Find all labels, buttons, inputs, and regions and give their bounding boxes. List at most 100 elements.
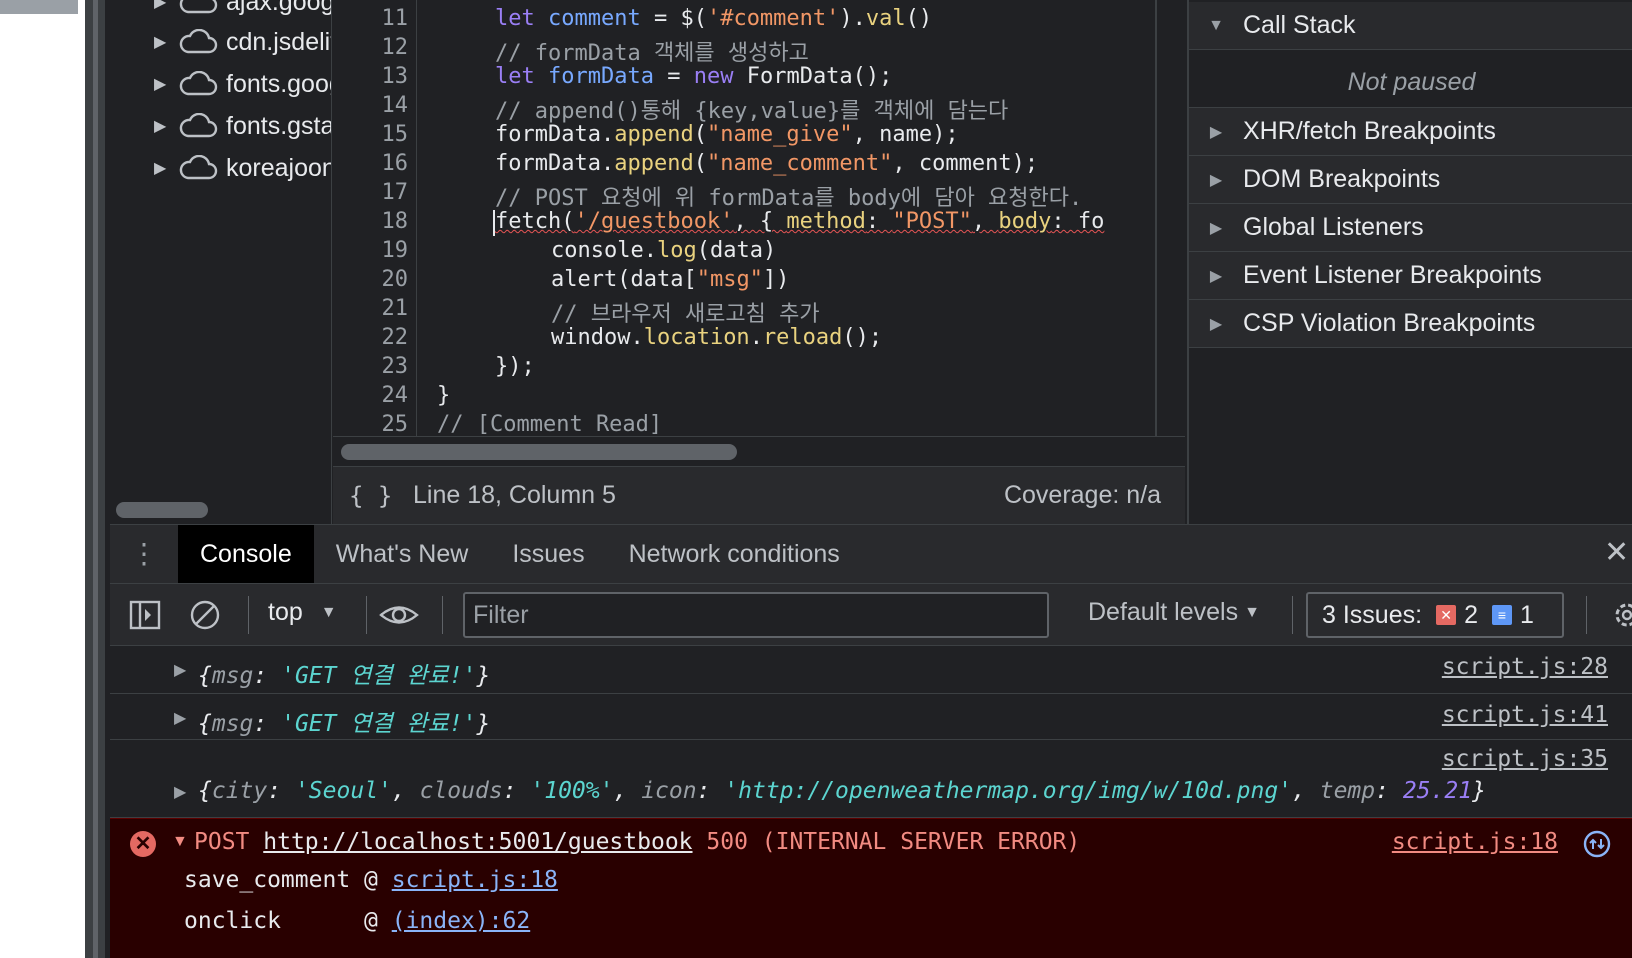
devtools-resize-border[interactable]	[85, 0, 105, 958]
code-editor[interactable]: 11 12 13 14 15 16 17 18 19 20 21 22 23 2…	[333, 0, 1185, 466]
code-line[interactable]: let formData = new FormData();	[495, 64, 892, 89]
expand-arrow-icon[interactable]: ▶	[1207, 266, 1225, 286]
line-number[interactable]: 23	[348, 354, 409, 379]
error-badge-icon: ✕	[1436, 605, 1457, 625]
nav-item-domain[interactable]: ▶ ajax.googleapis.com	[110, 0, 331, 22]
navigator-scrollbar[interactable]	[116, 502, 208, 518]
line-number[interactable]: 12	[348, 35, 409, 60]
console-message[interactable]: ▶ {msg: 'GET 연결 완료!'} script.js:41	[110, 694, 1632, 740]
context-selector[interactable]: top ▼	[268, 598, 337, 627]
line-number[interactable]: 19	[348, 238, 409, 263]
code-line-current[interactable]: fetch('/guestbook', { method: "POST", bo…	[495, 209, 1104, 234]
nav-item-domain[interactable]: ▶ cdn.jsdelivr.net	[110, 22, 331, 62]
code-line[interactable]: console.log(data)	[551, 238, 776, 263]
expand-arrow-icon[interactable]: ▶	[154, 32, 170, 52]
nav-item-domain[interactable]: ▶ fonts.googleapis.com	[110, 64, 331, 104]
section-call-stack[interactable]: ▼ Call Stack	[1189, 2, 1632, 50]
clear-console-icon[interactable]	[188, 598, 222, 632]
tab-whats-new[interactable]: What's New	[314, 525, 491, 583]
console-error-message[interactable]: ✕ ▼ POST http://localhost:5001/guestbook…	[110, 818, 1632, 958]
code-line[interactable]: // POST 요청에 위 formData를 body에 담아 요청한다.	[495, 180, 1082, 212]
nav-item-label: cdn.jsdelivr.net	[226, 27, 331, 56]
console-message[interactable]: ▶ {msg: 'GET 연결 완료!'} script.js:28	[110, 646, 1632, 694]
logged-object[interactable]: {msg: 'GET 연결 완료!'}	[198, 656, 490, 690]
console-message[interactable]: script.js:35 ▶ {city: 'Seoul', clouds: '…	[110, 740, 1632, 818]
code-line[interactable]: // append()통해 {key,value}를 객체에 담는다	[495, 93, 1008, 125]
error-url-link[interactable]: http://localhost:5001/guestbook	[263, 829, 692, 855]
gear-icon[interactable]	[1610, 598, 1632, 632]
line-number[interactable]: 22	[348, 325, 409, 350]
tab-issues[interactable]: Issues	[490, 525, 606, 583]
pretty-print-icon[interactable]: { }	[349, 482, 393, 510]
expand-arrow-icon[interactable]: ▶	[174, 708, 186, 728]
line-number[interactable]: 16	[348, 151, 409, 176]
tab-console[interactable]: Console	[178, 525, 314, 583]
expand-arrow-icon[interactable]: ▶	[154, 116, 170, 136]
tab-network-conditions[interactable]: Network conditions	[607, 525, 862, 583]
section-event-listener-breakpoints[interactable]: ▶ Event Listener Breakpoints	[1189, 252, 1632, 300]
section-label: Event Listener Breakpoints	[1243, 261, 1542, 289]
line-number[interactable]: 14	[348, 93, 409, 118]
code-line[interactable]: formData.append("name_comment", comment)…	[495, 151, 1038, 176]
filter-input[interactable]	[463, 592, 1049, 638]
section-label: Call Stack	[1243, 11, 1356, 39]
line-number[interactable]: 24	[348, 383, 409, 408]
expand-arrow-icon[interactable]: ▶	[154, 0, 170, 12]
close-icon[interactable]: ✕	[1604, 538, 1632, 568]
line-number[interactable]: 20	[348, 267, 409, 292]
code-line[interactable]: alert(data["msg"])	[551, 267, 789, 292]
expand-arrow-icon[interactable]: ▶	[1207, 314, 1225, 334]
expand-arrow-icon[interactable]: ▶	[1207, 122, 1225, 142]
logged-object[interactable]: {city: 'Seoul', clouds: '100%', icon: 'h…	[198, 778, 1486, 804]
section-dom-breakpoints[interactable]: ▶ DOM Breakpoints	[1189, 156, 1632, 204]
section-csp-breakpoints[interactable]: ▶ CSP Violation Breakpoints	[1189, 300, 1632, 348]
code-line[interactable]: let comment = $('#comment').val()	[495, 6, 932, 31]
expand-arrow-icon[interactable]: ▶	[1207, 170, 1225, 190]
source-link[interactable]: script.js:18	[1392, 829, 1558, 855]
cloud-icon	[179, 113, 218, 138]
collapse-arrow-icon[interactable]: ▼	[1207, 17, 1225, 35]
eye-icon[interactable]	[378, 598, 420, 632]
section-global-listeners[interactable]: ▶ Global Listeners	[1189, 204, 1632, 252]
more-options-icon[interactable]: ⋮	[110, 540, 178, 568]
debugger-sidebar: ▼ Call Stack Not paused ▶ XHR/fetch Brea…	[1187, 0, 1632, 524]
line-number[interactable]: 11	[348, 6, 409, 31]
line-number[interactable]: 13	[348, 64, 409, 89]
source-link[interactable]: script.js:28	[1442, 654, 1608, 680]
code-line[interactable]: window.location.reload();	[551, 325, 882, 350]
line-number[interactable]: 21	[348, 296, 409, 321]
log-levels-dropdown[interactable]: Default levels ▼	[1088, 598, 1260, 627]
console-toolbar: top ▼ Default levels ▼ 3 Issues: ✕ 2 ≡ 1	[110, 584, 1632, 646]
expand-arrow-icon[interactable]: ▶	[154, 158, 170, 178]
code-line[interactable]: });	[495, 354, 535, 379]
resize-handle[interactable]	[93, 0, 98, 958]
stack-frame-link[interactable]: (index):62	[392, 908, 530, 934]
section-xhr-breakpoints[interactable]: ▶ XHR/fetch Breakpoints	[1189, 108, 1632, 156]
expand-arrow-icon[interactable]: ▶	[174, 660, 186, 680]
logged-object[interactable]: {msg: 'GET 연결 완료!'}	[198, 704, 490, 738]
stack-frame-link[interactable]: script.js:18	[392, 867, 558, 893]
nav-item-domain[interactable]: ▶ koreajoongang	[110, 148, 331, 188]
line-gutter[interactable]: 11 12 13 14 15 16 17 18 19 20 21 22 23 2…	[333, 0, 417, 437]
source-link[interactable]: script.js:35	[1442, 746, 1608, 772]
expand-arrow-icon[interactable]: ▶	[174, 782, 186, 802]
code-line[interactable]: }	[437, 383, 450, 408]
code-line[interactable]: // [Comment Read]	[437, 412, 662, 437]
editor-horizontal-scrollbar[interactable]	[341, 444, 737, 460]
expand-arrow-icon[interactable]: ▶	[1207, 218, 1225, 238]
line-number[interactable]: 17	[348, 180, 409, 205]
page-strip-element	[0, 0, 78, 14]
network-request-icon[interactable]	[1582, 829, 1612, 859]
collapse-arrow-icon[interactable]: ▼	[172, 833, 188, 851]
source-link[interactable]: script.js:41	[1442, 702, 1608, 728]
code-line[interactable]: formData.append("name_give", name);	[495, 122, 959, 147]
code-line[interactable]: // 브라우저 새로고침 추가	[551, 296, 820, 328]
expand-arrow-icon[interactable]: ▶	[154, 74, 170, 94]
line-number[interactable]: 15	[348, 122, 409, 147]
sidebar-toggle-icon[interactable]	[128, 598, 162, 632]
issues-counter-button[interactable]: 3 Issues: ✕ 2 ≡ 1	[1306, 592, 1564, 638]
nav-item-domain[interactable]: ▶ fonts.gstatic.com	[110, 106, 331, 146]
code-line[interactable]: // formData 객체를 생성하고	[495, 35, 809, 67]
line-number[interactable]: 18	[348, 209, 409, 234]
line-number[interactable]: 25	[348, 412, 409, 437]
